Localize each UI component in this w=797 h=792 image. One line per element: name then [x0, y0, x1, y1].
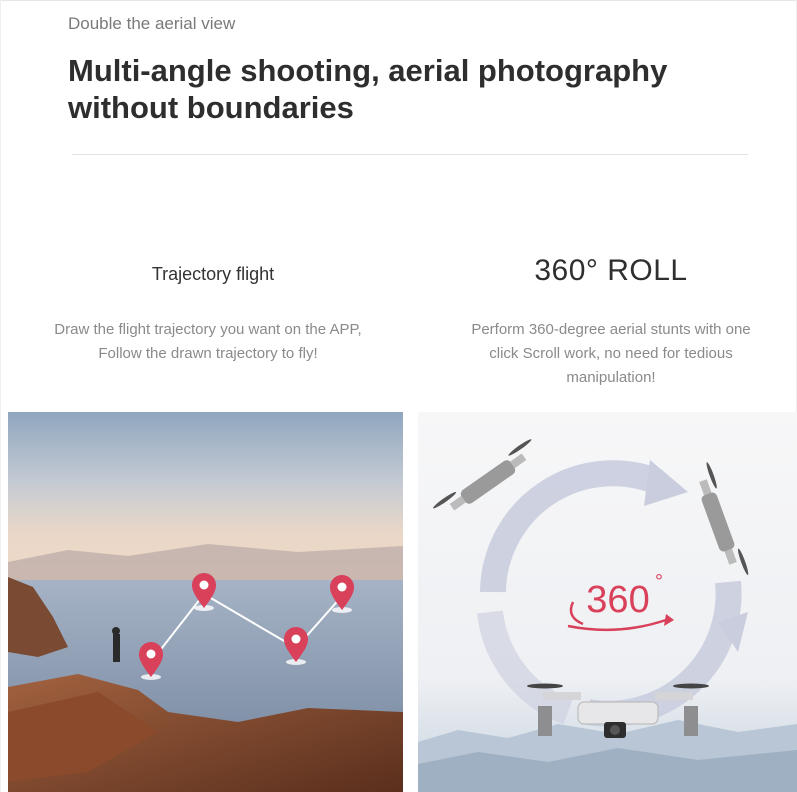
- roll-desc-line-2: click Scroll work, no need for tedious: [489, 345, 733, 362]
- roll-badge-degree: °: [655, 571, 663, 593]
- feature-desc-trajectory: Draw the flight trajectory you want on t…: [8, 318, 408, 366]
- feature-title-roll: 360° ROLL: [534, 254, 688, 287]
- feature-title-trajectory: Trajectory flight: [151, 264, 275, 284]
- section-divider: [72, 154, 748, 155]
- top-border: [0, 0, 797, 1]
- trajectory-photo: [8, 412, 403, 792]
- roll-desc-line-1: Perform 360-degree aerial stunts with on…: [471, 321, 751, 338]
- section-headline: Multi-angle shooting, aerial photography…: [68, 52, 748, 126]
- roll-desc-line-3: manipulation!: [566, 369, 656, 386]
- left-border: [0, 0, 1, 792]
- roll-photo: 360 °: [418, 412, 797, 792]
- trajectory-scene: [8, 412, 403, 792]
- roll-badge-label: 360: [586, 579, 649, 621]
- trajectory-desc-line-1: Draw the flight trajectory you want on t…: [54, 321, 362, 338]
- headline-line-2: without boundaries: [68, 90, 354, 125]
- roll-scene: 360 °: [418, 412, 797, 792]
- section-eyebrow: Double the aerial view: [68, 14, 236, 33]
- headline-line-1: Multi-angle shooting, aerial photography: [68, 53, 668, 88]
- trajectory-desc-line-2: Follow the drawn trajectory to fly!: [98, 345, 318, 362]
- person-silhouette: [113, 634, 120, 662]
- feature-desc-roll: Perform 360-degree aerial stunts with on…: [430, 318, 792, 390]
